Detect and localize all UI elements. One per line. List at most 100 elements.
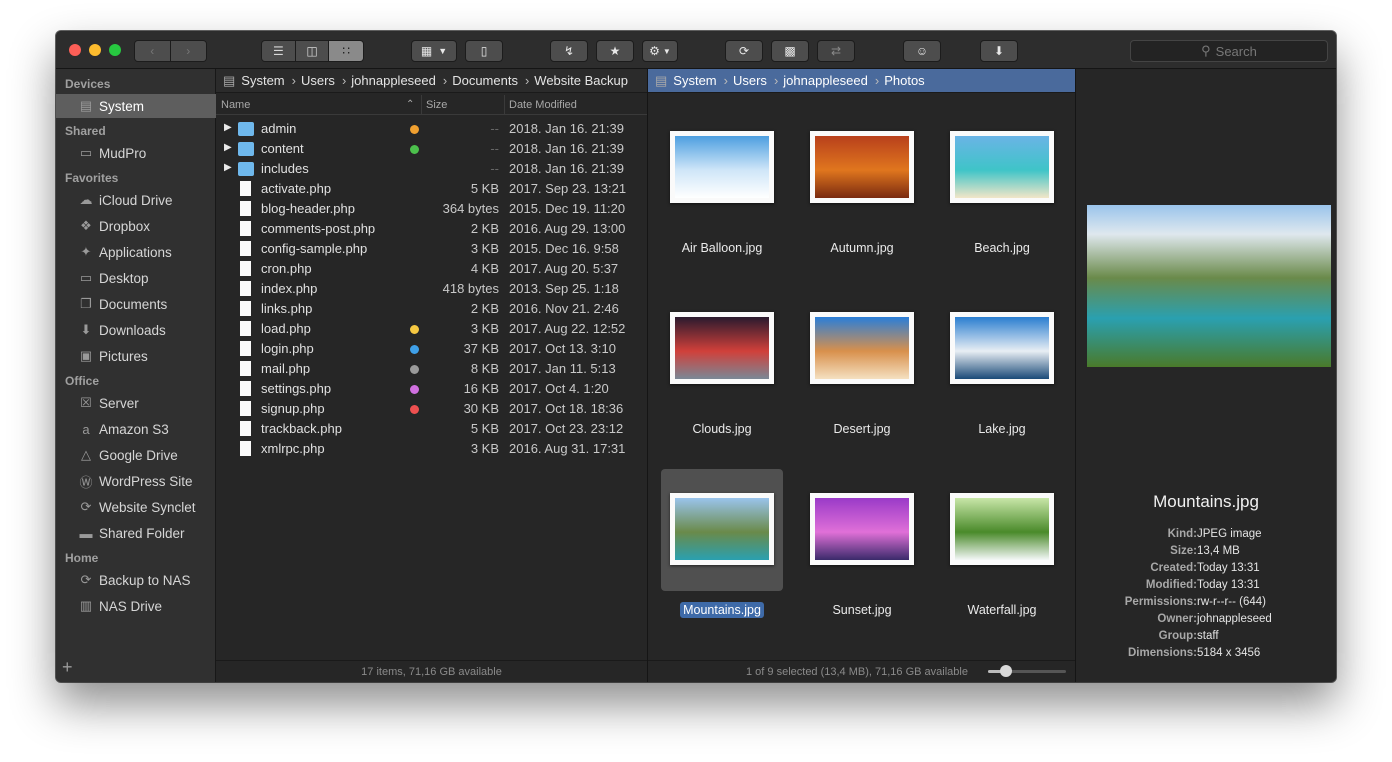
download-button[interactable]: ⬇ <box>980 40 1018 62</box>
table-row[interactable]: ▶ admin -- 2018. Jan 16. 21:39 <box>216 119 647 139</box>
new-document-button[interactable]: ▯ <box>465 40 503 62</box>
sidebar-item[interactable]: ☁ iCloud Drive <box>56 188 216 212</box>
add-location-button[interactable]: + <box>62 657 73 678</box>
table-row[interactable]: cron.php 4 KB 2017. Aug 20. 5:37 <box>216 259 647 279</box>
sidebar-item[interactable]: ⬇ Downloads <box>56 318 216 342</box>
sync-button[interactable]: ⟳ <box>725 40 763 62</box>
sidebar-item[interactable]: ❖ Dropbox <box>56 214 216 238</box>
photo-item[interactable]: Mountains.jpg <box>661 469 783 618</box>
table-row[interactable]: signup.php 30 KB 2017. Oct 18. 18:36 <box>216 399 647 419</box>
info-key: Modified: <box>1145 579 1197 591</box>
table-row[interactable]: blog-header.php 364 bytes 2015. Dec 19. 11… <box>216 199 647 219</box>
breadcrumb-item[interactable]: johnappleseed <box>783 73 868 88</box>
photo-caption: Beach.jpg <box>932 241 1072 255</box>
file-date: 2018. Jan 16. 21:39 <box>509 121 624 136</box>
table-row[interactable]: config-sample.php 3 KB 2015. Dec 16. 9:58 <box>216 239 647 259</box>
search-field[interactable]: ⚲ Search <box>1130 40 1328 62</box>
sidebar-item-label: MudPro <box>99 145 147 161</box>
refresh-icon: ⟳ <box>738 44 750 58</box>
file-date: 2018. Jan 16. 21:39 <box>509 161 624 176</box>
sidebar-item[interactable]: ⟳ Backup to NAS <box>56 568 216 592</box>
sidebar-item[interactable]: ❐ Documents <box>56 292 216 316</box>
quick-action-button[interactable]: ↯ <box>550 40 588 62</box>
table-row[interactable]: login.php 37 KB 2017. Oct 13. 3:10 <box>216 339 647 359</box>
arrange-menu-button[interactable]: ▦ ▼ <box>411 40 457 62</box>
photo-item[interactable]: Waterfall.jpg <box>941 469 1063 617</box>
breadcrumb-item[interactable]: System <box>241 73 284 88</box>
minimize-window-button[interactable] <box>89 44 101 56</box>
table-row[interactable]: ▶ includes -- 2018. Jan 16. 21:39 <box>216 159 647 179</box>
table-row[interactable]: links.php 2 KB 2016. Nov 21. 2:46 <box>216 299 647 319</box>
photo-item[interactable]: Sunset.jpg <box>801 469 923 617</box>
amazon-icon: a <box>82 421 90 437</box>
photo-thumbnail <box>670 493 774 565</box>
table-row[interactable]: load.php 3 KB 2017. Aug 22. 12:52 <box>216 319 647 339</box>
back-button[interactable]: ‹ <box>135 41 171 61</box>
document-icon <box>240 401 251 416</box>
slider-knob[interactable] <box>999 665 1012 677</box>
list-view-icon[interactable]: ☰ <box>262 41 296 61</box>
action-menu-button[interactable]: ⚙ ▼ <box>642 40 678 62</box>
breadcrumb-item[interactable]: Users <box>301 73 335 88</box>
document-icon <box>240 421 251 436</box>
chevron-down-icon: ▼ <box>438 46 448 56</box>
size-column-header[interactable]: Size <box>426 99 447 111</box>
sidebar-item[interactable]: △ Google Drive <box>56 443 216 467</box>
photo-item[interactable]: Lake.jpg <box>941 288 1063 436</box>
photo-item[interactable]: Beach.jpg <box>941 107 1063 255</box>
photo-item[interactable]: Clouds.jpg <box>661 288 783 436</box>
table-row[interactable]: comments-post.php 2 KB 2016. Aug 29. 13:00 <box>216 219 647 239</box>
sidebar-item[interactable]: ☒ Server <box>56 391 216 415</box>
sidebar-item[interactable]: ▣ Pictures <box>56 344 216 368</box>
photo-image <box>815 317 909 379</box>
sidebar-item[interactable]: ▥ NAS Drive <box>56 594 216 618</box>
breadcrumb-item[interactable]: Documents <box>452 73 518 88</box>
breadcrumb-item[interactable]: Photos <box>884 73 924 88</box>
file-date: 2017. Oct 4. 1:20 <box>509 381 609 396</box>
table-row[interactable]: activate.php 5 KB 2017. Sep 23. 13:21 <box>216 179 647 199</box>
compare-button[interactable]: ⇄ <box>817 40 855 62</box>
table-row[interactable]: xmlrpc.php 3 KB 2016. Aug 31. 17:31 <box>216 439 647 459</box>
sidebar-item[interactable]: ▭ Desktop <box>56 266 216 290</box>
terminal-button[interactable]: ▩ <box>771 40 809 62</box>
breadcrumb-item[interactable]: Users <box>733 73 767 88</box>
photo-item[interactable]: Desert.jpg <box>801 288 923 436</box>
table-row[interactable]: mail.php 8 KB 2017. Jan 11. 5:13 <box>216 359 647 379</box>
breadcrumb-item[interactable]: System <box>673 73 716 88</box>
sidebar-item[interactable]: a Amazon S3 <box>56 417 216 441</box>
photo-item[interactable]: Autumn.jpg <box>801 107 923 255</box>
close-window-button[interactable] <box>69 44 81 56</box>
photo-item[interactable]: Air Balloon.jpg <box>661 107 783 255</box>
table-row[interactable]: index.php 418 bytes 2013. Sep 25. 1:18 <box>216 279 647 299</box>
favorites-button[interactable]: ★ <box>596 40 634 62</box>
disclosure-triangle-icon[interactable]: ▶ <box>224 142 232 153</box>
table-row[interactable]: ▶ content -- 2018. Jan 16. 21:39 <box>216 139 647 159</box>
file-size: 3 KB <box>470 321 499 336</box>
zoom-window-button[interactable] <box>109 44 121 56</box>
info-value: staff <box>1197 630 1219 642</box>
icon-view-icon[interactable]: ∷ <box>329 41 363 61</box>
table-row[interactable]: settings.php 16 KB 2017. Oct 4. 1:20 <box>216 379 647 399</box>
disclosure-triangle-icon[interactable]: ▶ <box>224 122 232 133</box>
sidebar-item[interactable]: ⟳ Website Synclet <box>56 495 216 519</box>
column-view-icon[interactable]: ◫ <box>295 41 330 61</box>
name-column-header[interactable]: Name <box>221 99 250 111</box>
date-column-header[interactable]: Date Modified <box>509 99 577 111</box>
disclosure-triangle-icon[interactable]: ▶ <box>224 162 232 173</box>
table-row[interactable]: trackback.php 5 KB 2017. Oct 23. 23:12 <box>216 419 647 439</box>
sidebar-item[interactable]: ▬ Shared Folder <box>56 521 216 545</box>
info-key: Owner: <box>1157 613 1197 625</box>
photo-name: Clouds.jpg <box>692 422 752 436</box>
sidebar-item[interactable]: ✦ Applications <box>56 240 216 264</box>
breadcrumb-item[interactable]: Website Backup <box>534 73 628 88</box>
emoji-button[interactable]: ☺ <box>903 40 941 62</box>
breadcrumb-item[interactable]: johnappleseed <box>351 73 436 88</box>
forward-button[interactable]: › <box>170 41 206 61</box>
preview-image <box>1087 205 1331 367</box>
thumbnail-size-slider[interactable] <box>988 665 1066 677</box>
sidebar-item[interactable]: Ⓦ WordPress Site <box>56 469 216 493</box>
sidebar-item[interactable]: ▤ System <box>56 94 216 118</box>
sidebar-item[interactable]: ▭ MudPro <box>56 141 216 165</box>
sort-ascending-icon[interactable]: ⌃ <box>406 99 414 110</box>
photo-name: Beach.jpg <box>974 241 1030 255</box>
